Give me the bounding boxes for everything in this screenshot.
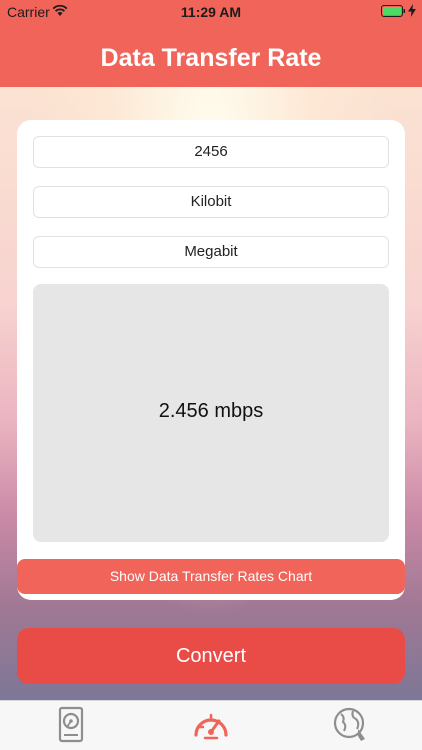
result-panel: 2.456 mbps <box>33 284 389 542</box>
status-time: 11:29 AM <box>180 4 242 20</box>
value-input[interactable]: 2456 <box>33 136 389 168</box>
charging-bolt-icon <box>408 4 416 17</box>
status-bar: Carrier 11:29 AM <box>0 0 422 24</box>
tab-storage[interactable] <box>51 705 91 745</box>
tab-internet[interactable] <box>331 705 371 745</box>
show-chart-button[interactable]: Show Data Transfer Rates Chart <box>17 559 405 594</box>
globe-icon <box>333 707 365 741</box>
from-unit-field[interactable]: Kilobit <box>33 186 389 218</box>
page-title: Data Transfer Rate <box>100 44 322 72</box>
hard-drive-icon <box>58 706 84 743</box>
speedometer-icon <box>194 713 228 740</box>
battery-icon <box>381 5 406 17</box>
convert-button[interactable]: Convert <box>17 628 405 684</box>
tab-bar <box>0 700 422 750</box>
tab-transfer-rate[interactable] <box>191 705 231 745</box>
screen: Carrier 11:29 AM Data Transfer Rate 2456… <box>0 0 422 750</box>
result-value: 2.456 mbps <box>158 400 264 422</box>
to-unit-field[interactable]: Megabit <box>33 236 389 268</box>
header-bar: Carrier 11:29 AM Data Transfer Rate <box>0 0 422 87</box>
converter-card: 2456 Kilobit Megabit 2.456 mbps <box>17 120 405 600</box>
